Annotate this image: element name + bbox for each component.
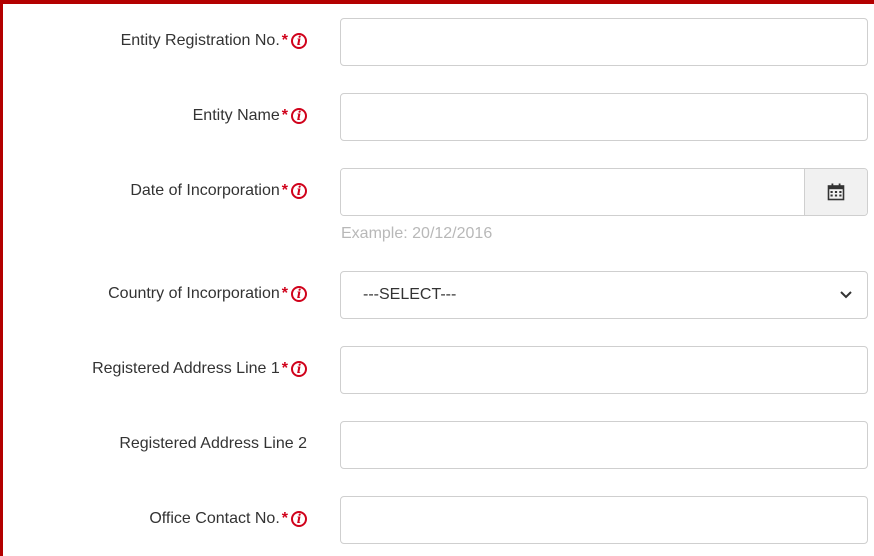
info-icon[interactable]: i: [291, 183, 307, 199]
field-label-text: Entity Name: [192, 107, 280, 124]
info-icon[interactable]: i: [291, 511, 307, 527]
field-row-entity-registration-no: Entity Registration No. * i: [0, 18, 874, 66]
field-label-text: Office Contact No.: [149, 510, 280, 527]
chevron-down-icon: [840, 291, 852, 299]
field-label-text: Date of Incorporation: [130, 182, 280, 199]
info-icon[interactable]: i: [291, 361, 307, 377]
field-label-text: Entity Registration No.: [120, 32, 280, 49]
info-icon[interactable]: i: [291, 33, 307, 49]
date-format-hint: Example: 20/12/2016: [341, 225, 493, 242]
country-of-incorporation-select[interactable]: ---SELECT---: [340, 271, 868, 319]
field-label: Registered Address Line 2: [119, 435, 307, 453]
info-icon[interactable]: i: [291, 286, 307, 302]
info-icon[interactable]: i: [291, 108, 307, 124]
required-asterisk: *: [281, 510, 288, 527]
field-label: Entity Registration No. * i: [121, 32, 307, 50]
field-label-text: Country of Incorporation: [108, 285, 280, 302]
field-label-text: Registered Address Line 1: [92, 360, 280, 377]
field-label: Registered Address Line 1 * i: [92, 360, 307, 378]
field-label: Entity Name * i: [193, 107, 307, 125]
entity-name-input[interactable]: [340, 93, 868, 141]
field-row-office-contact-no: Office Contact No. * i: [0, 496, 874, 544]
field-label: Country of Incorporation * i: [108, 285, 307, 303]
entity-registration-no-input[interactable]: [340, 18, 868, 66]
required-asterisk: *: [281, 360, 288, 377]
field-label: Office Contact No. * i: [149, 510, 307, 528]
field-row-entity-name: Entity Name * i: [0, 93, 874, 141]
office-contact-no-input[interactable]: [340, 496, 868, 544]
field-row-date-of-incorporation: Date of Incorporation * i Example: 20/12/2…: [0, 168, 874, 248]
required-asterisk: *: [281, 285, 288, 302]
field-row-country-of-incorporation: Country of Incorporation * i ---SELECT---: [0, 271, 874, 319]
field-row-registered-address-line-2: Registered Address Line 2: [0, 421, 874, 469]
field-row-registered-address-line-1: Registered Address Line 1 * i: [0, 346, 874, 394]
select-value: ---SELECT---: [363, 286, 457, 303]
required-asterisk: *: [281, 182, 288, 199]
required-asterisk: *: [281, 32, 288, 49]
calendar-button[interactable]: [804, 169, 867, 215]
field-label-text: Registered Address Line 2: [119, 435, 307, 452]
field-label: Date of Incorporation * i: [130, 182, 307, 200]
required-asterisk: *: [281, 107, 288, 124]
registered-address-line-1-input[interactable]: [340, 346, 868, 394]
date-of-incorporation-field: [340, 168, 868, 216]
registered-address-line-2-input[interactable]: [340, 421, 868, 469]
calendar-icon: [827, 183, 845, 201]
date-of-incorporation-input[interactable]: [341, 169, 804, 215]
